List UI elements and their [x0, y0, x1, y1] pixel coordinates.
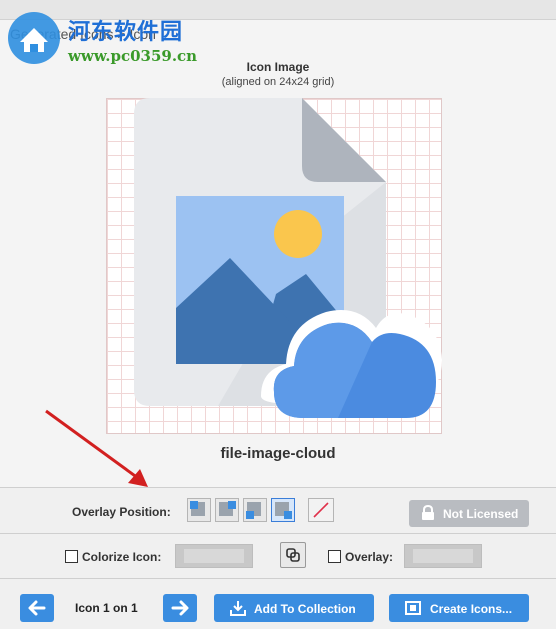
overlay-position-top-right-button[interactable] — [215, 498, 239, 522]
preview-subtitle: (aligned on 24x24 grid) — [221, 76, 335, 88]
overlay-position-bottom-right-button[interactable] — [271, 498, 295, 522]
colorize-icon-label: Colorize Icon: — [82, 550, 162, 564]
overlay-color-picker[interactable] — [404, 544, 482, 568]
not-licensed-button[interactable]: Not Licensed — [409, 500, 529, 527]
file-fold — [302, 98, 386, 182]
next-icon-button[interactable] — [163, 594, 197, 622]
watermark-logo-icon — [8, 12, 60, 64]
file-image-cloud-icon — [134, 98, 442, 418]
overlay-position-label: Overlay Position: — [72, 505, 171, 519]
previous-icon-button[interactable] — [20, 594, 54, 622]
colorize-color-picker[interactable] — [175, 544, 253, 568]
separator-top — [0, 487, 556, 488]
create-icons-label: Create Icons... — [430, 602, 513, 616]
add-to-collection-label: Add To Collection — [254, 602, 356, 616]
overlay-none-button[interactable] — [308, 498, 334, 522]
overlay-checkbox[interactable] — [328, 550, 341, 563]
not-licensed-label: Not Licensed — [443, 507, 519, 521]
link-colors-button[interactable] — [280, 542, 306, 568]
overlay-label: Overlay: — [345, 550, 394, 564]
create-icons-icon — [405, 601, 421, 615]
icon-counter: Icon 1 on 1 — [75, 601, 138, 615]
arrow-left-icon — [28, 600, 46, 616]
red-arrow-annotation — [45, 409, 148, 487]
lock-icon — [422, 505, 434, 520]
separator-middle — [0, 533, 556, 534]
link-icon — [286, 548, 300, 562]
download-icon — [230, 601, 246, 616]
create-icons-button[interactable]: Create Icons... — [389, 594, 529, 622]
arrow-right-icon — [171, 600, 189, 616]
no-overlay-icon — [313, 502, 329, 518]
watermark-title: 河东软件园 — [68, 19, 184, 45]
sun-shape — [274, 210, 322, 258]
overlay-position-bottom-left-button[interactable] — [243, 498, 267, 522]
overlay-position-top-left-button[interactable] — [187, 498, 211, 522]
add-to-collection-button[interactable]: Add To Collection — [214, 594, 374, 622]
preview-title: Icon Image — [246, 60, 310, 74]
separator-bottom — [0, 578, 556, 579]
colorize-icon-checkbox[interactable] — [65, 550, 78, 563]
